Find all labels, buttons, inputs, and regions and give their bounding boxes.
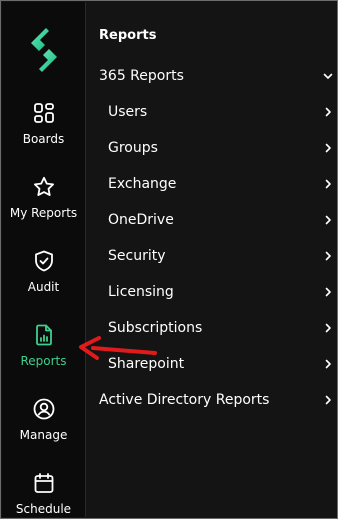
boards-icon: [2, 99, 85, 127]
chevron-right-icon: [325, 287, 331, 297]
menu-item-label: OneDrive: [108, 212, 174, 228]
chevron-right-icon: [325, 143, 331, 153]
reports-submenu-panel: Reports 365 Reports Users Groups Exchang…: [86, 2, 336, 517]
rail-item-label: Manage: [19, 428, 68, 442]
menu-item-label: Active Directory Reports: [99, 392, 270, 408]
menu-item-security[interactable]: Security: [86, 238, 336, 274]
panel-title: Reports: [99, 28, 157, 43]
star-icon: [2, 173, 85, 201]
calendar-icon: [2, 469, 85, 497]
menu-item-licensing[interactable]: Licensing: [86, 274, 336, 310]
chevron-right-icon: [325, 179, 331, 189]
menu-item-label: Groups: [108, 140, 158, 156]
menu-group-365-reports[interactable]: 365 Reports: [86, 58, 336, 94]
menu-item-users[interactable]: Users: [86, 94, 336, 130]
rail-item-label: My Reports: [9, 206, 78, 220]
menu-item-label: Exchange: [108, 176, 177, 192]
rail-item-manage[interactable]: Manage: [2, 395, 85, 469]
chevron-right-icon: [325, 215, 331, 225]
rail-item-label: Schedule: [15, 502, 72, 516]
icon-rail: Boards My Reports Audit Reports Manage S…: [2, 2, 85, 517]
chevron-right-icon: [325, 395, 331, 405]
chevron-down-icon: [323, 73, 333, 79]
menu-item-label: Sharepoint: [108, 356, 185, 372]
menu-item-sharepoint[interactable]: Sharepoint: [86, 346, 336, 382]
menu-item-label: 365 Reports: [99, 68, 184, 84]
menu-item-label: Security: [108, 248, 166, 264]
rail-item-schedule[interactable]: Schedule: [2, 469, 85, 518]
rail-item-label: Reports: [20, 354, 67, 368]
app-logo-icon: [31, 28, 57, 72]
menu-item-label: Users: [108, 104, 148, 120]
menu-item-active-directory-reports[interactable]: Active Directory Reports: [86, 382, 336, 418]
rail-item-label: Boards: [22, 132, 65, 146]
menu-item-exchange[interactable]: Exchange: [86, 166, 336, 202]
rail-item-audit[interactable]: Audit: [2, 247, 85, 321]
rail-item-my-reports[interactable]: My Reports: [2, 173, 85, 247]
rail-item-label: Audit: [27, 280, 60, 294]
menu-item-subscriptions[interactable]: Subscriptions: [86, 310, 336, 346]
rail-item-reports[interactable]: Reports: [2, 321, 85, 395]
report-chart-icon: [2, 321, 85, 349]
app-frame: Boards My Reports Audit Reports Manage S…: [0, 0, 338, 519]
shield-check-icon: [2, 247, 85, 275]
chevron-right-icon: [325, 107, 331, 117]
chevron-right-icon: [325, 251, 331, 261]
menu-item-groups[interactable]: Groups: [86, 130, 336, 166]
chevron-right-icon: [325, 359, 331, 369]
menu-item-label: Subscriptions: [108, 320, 203, 336]
chevron-right-icon: [325, 323, 331, 333]
menu-item-onedrive[interactable]: OneDrive: [86, 202, 336, 238]
rail-item-boards[interactable]: Boards: [2, 99, 85, 173]
menu-item-label: Licensing: [108, 284, 174, 300]
user-circle-icon: [2, 395, 85, 423]
